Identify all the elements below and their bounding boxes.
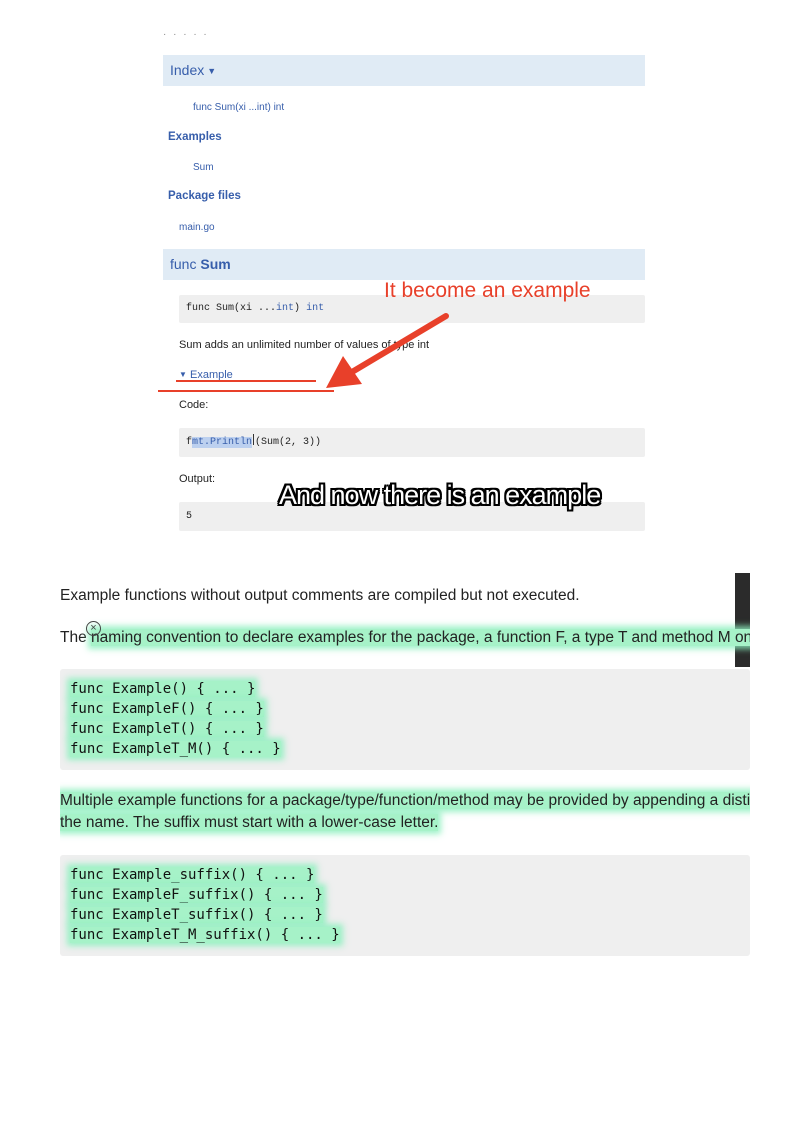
- output-value: 5: [186, 511, 193, 522]
- close-icon[interactable]: ×: [86, 621, 101, 636]
- examples-heading: Examples: [168, 131, 222, 143]
- paragraph-naming-convention: The naming convention to declare example…: [60, 627, 750, 649]
- highlighted-text: Multiple example functions for a package…: [60, 792, 750, 809]
- index-section-header[interactable]: Index ▼: [163, 55, 645, 86]
- code-block-suffix-examples: func Example_suffix() { ... } func Examp…: [60, 855, 750, 956]
- index-title: Index: [170, 62, 205, 78]
- signature-close: ): [294, 303, 301, 314]
- code-text: func ExampleT() { ... }: [70, 721, 264, 737]
- signature-prefix: func Sum(xi ...: [186, 303, 277, 314]
- code-text: func ExampleF() { ... }: [70, 701, 264, 717]
- package-file-link[interactable]: main.go: [179, 222, 215, 233]
- selected-code: mt.Println: [192, 437, 253, 448]
- output-label: Output:: [179, 473, 216, 485]
- code-label: Code:: [179, 399, 209, 411]
- func-prefix: func: [170, 256, 197, 272]
- signature-return: int: [306, 303, 325, 314]
- code-block-examples: func Example() { ... } func ExampleF() {…: [60, 669, 750, 770]
- video-caption: And now there is an example: [279, 480, 601, 510]
- signature-type: int: [276, 303, 295, 314]
- code-text: func ExampleT_suffix() { ... }: [70, 907, 323, 923]
- annotation-label: It become an example: [384, 279, 591, 302]
- triangle-down-icon: ▼: [179, 370, 187, 379]
- func-description: Sum adds an unlimited number of values o…: [179, 339, 430, 351]
- code-text: func Example_suffix() { ... }: [70, 867, 315, 883]
- code-line: func ExampleF_suffix() { ... }: [70, 885, 740, 905]
- example-toggle[interactable]: ▼ Example: [179, 369, 233, 381]
- example-link-sum[interactable]: Sum: [193, 162, 214, 173]
- code-text: func ExampleT_M_suffix() { ... }: [70, 927, 340, 943]
- code-line: func ExampleF() { ... }: [70, 699, 740, 719]
- package-files-heading: Package files: [168, 190, 241, 202]
- example-code-block[interactable]: fmt.Println (Sum(2, 3)): [179, 428, 645, 457]
- index-link-sum[interactable]: func Sum(xi ...int) int: [193, 102, 284, 113]
- func-sum-header: func Sum: [163, 249, 645, 280]
- text-cursor-icon: [253, 434, 255, 445]
- func-name: Sum: [200, 256, 231, 272]
- highlighted-text: the name. The suffix must start with a l…: [60, 814, 439, 831]
- code-line: func ExampleT_M() { ... }: [70, 739, 740, 759]
- code-rest: (Sum(2, 3)): [255, 437, 322, 448]
- code-line: func ExampleT() { ... }: [70, 719, 740, 739]
- paragraph-suffix-line2: the name. The suffix must start with a l…: [60, 812, 439, 834]
- example-toggle-label: Example: [189, 369, 233, 381]
- cut-off-text: · · · · ·: [163, 30, 209, 40]
- code-text: func ExampleT_M() { ... }: [70, 741, 281, 757]
- code-line: func ExampleT_M_suffix() { ... }: [70, 925, 740, 945]
- code-line: func ExampleT_suffix() { ... }: [70, 905, 740, 925]
- highlighted-text: naming convention to declare examples fo…: [91, 629, 750, 646]
- paragraph-output-comments: Example functions without output comment…: [60, 587, 580, 604]
- caret-down-icon: ▼: [207, 66, 217, 76]
- code-text: func Example() { ... }: [70, 681, 256, 697]
- code-line: func Example_suffix() { ... }: [70, 865, 740, 885]
- paragraph-suffix-line1: Multiple example functions for a package…: [60, 790, 750, 812]
- doc-content: Example functions without output comment…: [60, 570, 750, 970]
- code-text: func ExampleF_suffix() { ... }: [70, 887, 323, 903]
- code-line: func Example() { ... }: [70, 679, 740, 699]
